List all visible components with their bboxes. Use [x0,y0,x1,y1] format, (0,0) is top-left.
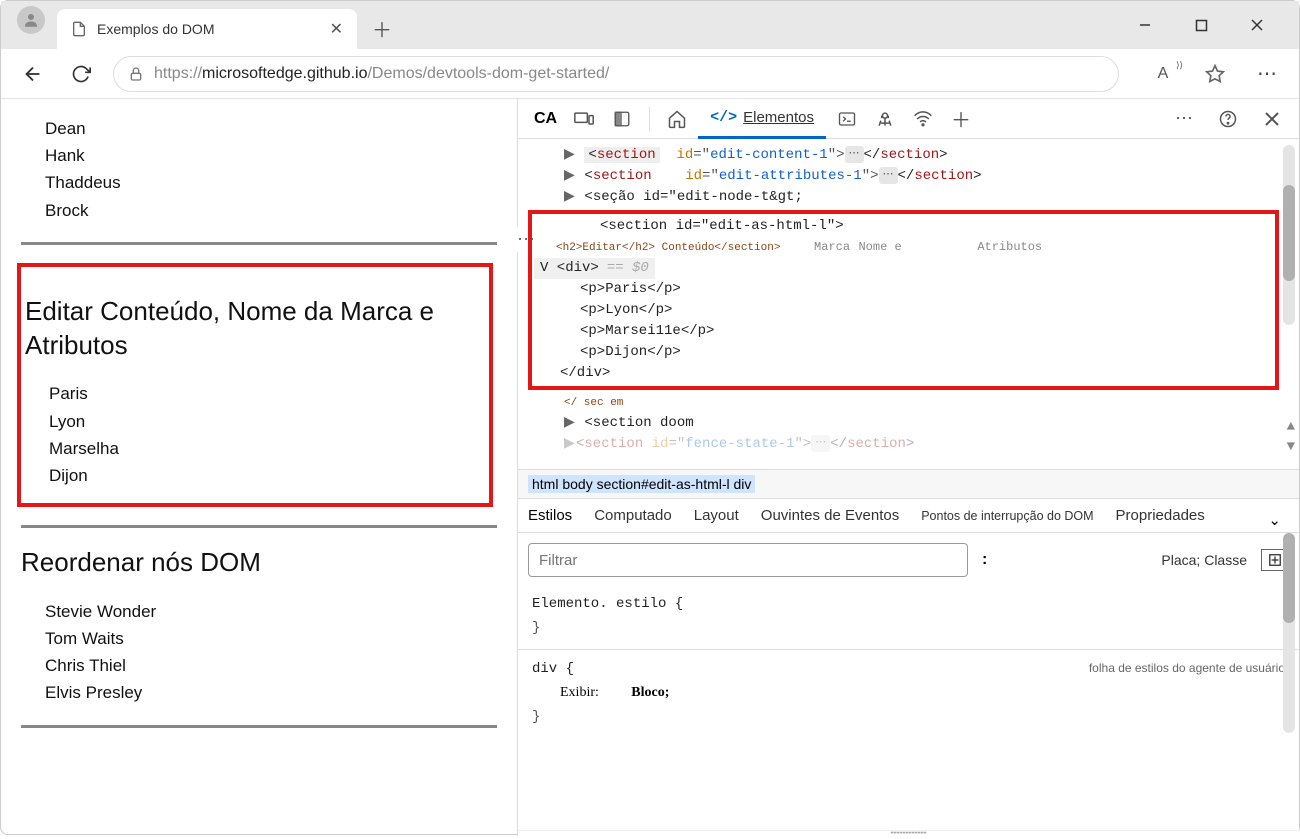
section-heading: Editar Conteúdo, Nome da Marca e Atribut… [25,295,475,363]
favorite-button[interactable] [1199,58,1231,90]
lock-icon [128,66,144,82]
sources-tab-icon[interactable] [868,102,902,136]
profile-avatar[interactable] [17,6,45,34]
styles-scrollbar[interactable] [1283,533,1295,733]
devtools-menu-button[interactable]: ⋯ [1167,102,1201,136]
tree-text: </ sec em [564,397,623,409]
elements-tree[interactable]: ▶ <section id="edit-content-1">⋯</sectio… [518,139,1299,469]
list-item: Tom Waits [45,625,497,652]
more-tabs-button[interactable]: ＋ [944,102,978,136]
tree-text: seção id="edit-node-t&gt; [593,189,803,205]
city-list: Paris Lyon Marselha Dijon [25,380,475,489]
back-button[interactable] [17,58,49,90]
page-content: Dean Hank Thaddeus Brock Editar Conteúdo… [1,99,517,836]
list-item: Brock [45,197,497,224]
styles-rules: Elemento. estilo { } folha de estilos do… [518,587,1299,736]
devtools-toolbar: CA </> Elementos ＋ [518,99,1299,139]
tab-computed[interactable]: Computado [594,507,672,532]
close-window-button[interactable] [1243,11,1271,39]
tree-text: <h2>Editar</h2> Conteúdo</section> [556,242,780,254]
list-item: Marselha [49,435,475,462]
list-item: Stevie Wonder [45,598,497,625]
inspect-element-button[interactable] [605,102,639,136]
close-devtools-button[interactable] [1255,102,1289,136]
list-item: Lyon [49,408,475,435]
tree-text: <p>Marsei11e</p> [540,321,1267,342]
css-property[interactable]: Exibir: Bloco; [560,681,1285,706]
divider [21,725,497,728]
list-item: Dean [45,115,497,142]
url-text: https://microsoftedge.github.io/Demos/de… [154,65,609,83]
highlighted-tree-region: <section id="edit-as-html-l"> <h2>Editar… [528,210,1279,390]
musician-list: Stevie Wonder Tom Waits Chris Thiel Elvi… [21,598,497,707]
network-tab-icon[interactable] [906,102,940,136]
scroll-up-icon[interactable]: ▲ [1287,419,1295,435]
hov-button[interactable]: : [982,551,987,569]
tree-text: <p>Paris</p> [540,279,1267,300]
scroll-down-icon[interactable]: ▼ [1287,439,1295,455]
section-heading: Reordenar nós DOM [21,546,497,580]
list-item: Hank [45,142,497,169]
rule-brace: } [532,620,540,636]
console-tab-icon[interactable] [830,102,864,136]
list-item: Chris Thiel [45,652,497,679]
browser-tab[interactable]: Exemplos do DOM ✕ [57,9,357,49]
tab-close-button[interactable]: ✕ [330,19,343,39]
window-controls [1131,1,1291,49]
tab-layout[interactable]: Layout [694,507,739,532]
tab-elements[interactable]: </> Elementos [698,99,826,139]
settings-menu-button[interactable]: ⋯ [1251,58,1283,90]
tree-text: <p>Lyon</p> [540,300,1267,321]
chevron-down-icon[interactable]: ⌄ [1268,511,1289,529]
code-icon: </> [710,109,737,126]
cls-label[interactable]: Placa; Classe [1161,552,1247,568]
tab-event-listeners[interactable]: Ouvintes de Eventos [761,507,899,532]
drawer-drag-handle[interactable]: ╍╍╍╍╍╍ [518,830,1299,836]
rule-brace: } [532,709,540,725]
styles-tabs: Estilos Computado Layout Ouvintes de Eve… [518,499,1299,533]
read-aloud-button[interactable]: A⟩⟩ [1147,58,1179,90]
window-titlebar: Exemplos do DOM ✕ ＋ [1,1,1299,49]
divider [21,242,497,245]
device-toggle-button[interactable] [567,102,601,136]
tree-text: <p>Dijon</p> [540,342,1267,363]
tree-scrollbar[interactable] [1283,145,1295,325]
tree-text: </div> [540,363,1267,384]
tab-dom-breakpoints[interactable]: Pontos de interrupção do DOM [921,509,1093,531]
refresh-button[interactable] [65,58,97,90]
rule-selector[interactable]: Elemento. estilo { [532,596,683,612]
breadcrumb[interactable]: html body section#edit-as-html-l div [518,469,1299,499]
address-bar: https://microsoftedge.github.io/Demos/de… [1,49,1299,99]
tree-text: <section doom [584,415,693,431]
name-list-1: Dean Hank Thaddeus Brock [21,115,497,224]
tree-text: <section id="edit-as-html-l"> [540,216,1267,237]
page-icon [71,21,87,37]
language-button[interactable]: CA [528,110,563,128]
tab-properties[interactable]: Propriedades [1116,507,1205,532]
styles-filter-input[interactable] [528,543,968,577]
list-item: Paris [49,380,475,407]
styles-filter-row: : Placa; Classe [518,533,1299,587]
breadcrumb-path[interactable]: html body section#edit-as-html-l div [528,475,755,493]
list-item: Elvis Presley [45,679,497,706]
tab-title: Exemplos do DOM [97,21,214,37]
url-field[interactable]: https://microsoftedge.github.io/Demos/de… [113,56,1119,92]
help-button[interactable] [1211,102,1245,136]
selected-tree-node[interactable]: V <div>== $0 [534,258,655,279]
highlighted-section-edit: Editar Conteúdo, Nome da Marca e Atribut… [17,263,493,507]
list-item: Thaddeus [45,169,497,196]
rule-origin: folha de estilos do agente de usuário [1089,658,1285,678]
divider [21,525,497,528]
minimize-button[interactable] [1131,11,1159,39]
rule-selector[interactable]: div { [532,661,574,677]
list-item: Dijon [49,462,475,489]
tab-styles[interactable]: Estilos [528,507,572,532]
welcome-tab-icon[interactable] [660,102,694,136]
maximize-button[interactable] [1187,11,1215,39]
devtools-panel: ⋯ CA </> Elementos [517,99,1299,836]
new-tab-button[interactable]: ＋ [365,11,399,45]
